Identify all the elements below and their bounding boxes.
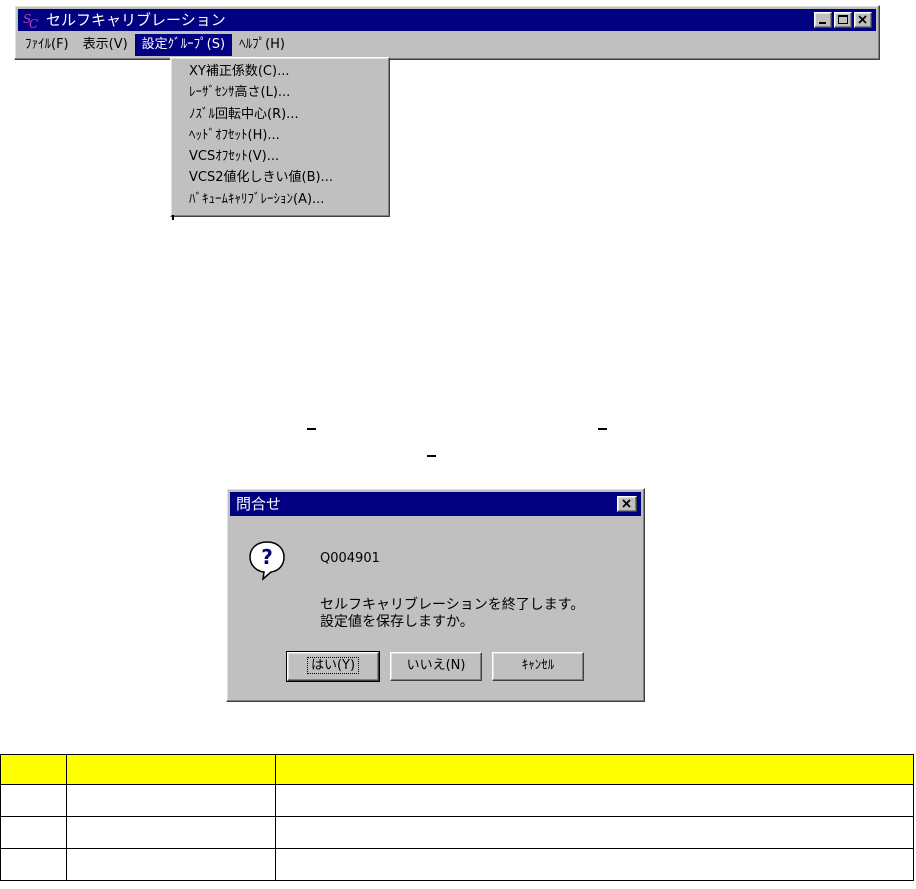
table-cell	[0, 848, 67, 881]
table-row	[0, 816, 914, 849]
menu-settings-group[interactable]: 設定ｸﾞﾙｰﾌﾟ(S)	[134, 34, 233, 56]
minimize-button[interactable]	[814, 12, 832, 28]
svg-text:?: ?	[261, 545, 273, 569]
menu-item-vacuum-calibration[interactable]: ﾊﾞｷｭｰﾑｷｬﾘﾌﾞﾚｰｼｮﾝ(A)...	[171, 189, 389, 210]
sc-logo-icon: S C	[23, 12, 38, 29]
menu-item-xy-correction[interactable]: XY補正係数(C)...	[171, 61, 389, 82]
close-button[interactable]	[854, 12, 872, 28]
dialog-title: 問合せ	[236, 495, 282, 513]
table-row	[0, 848, 914, 881]
menu-item-laser-sensor-height[interactable]: ﾚｰｻﾞｾﾝｻ高さ(L)...	[171, 82, 389, 103]
mouse-cursor-fragment	[172, 215, 174, 220]
cancel-button-label: ｷｬﾝｾﾙ	[521, 658, 555, 673]
menu-item-nozzle-rotation-center[interactable]: ﾉｽﾞﾙ回転中心(R)...	[171, 104, 389, 125]
underline-mark	[598, 428, 607, 430]
yes-button-label: はい(Y)	[306, 657, 360, 674]
table-header-cell	[275, 754, 914, 785]
table-cell	[66, 816, 276, 849]
underline-mark	[427, 455, 436, 457]
table-cell	[0, 784, 67, 817]
settings-dropdown-menu: XY補正係数(C)... ﾚｰｻﾞｾﾝｻ高さ(L)... ﾉｽﾞﾙ回転中心(R)…	[170, 57, 390, 217]
table-header-cell	[66, 754, 276, 785]
table-header-row	[0, 754, 914, 785]
table-cell	[0, 816, 67, 849]
menu-item-head-offset[interactable]: ﾍｯﾄﾞｵﾌｾｯﾄ(H)...	[171, 125, 389, 146]
window-title: セルフキャリブレーション	[46, 11, 226, 29]
table-cell	[275, 816, 914, 849]
title-bar[interactable]: S C セルフキャリブレーション	[18, 9, 876, 31]
table-cell	[275, 848, 914, 881]
dialog-close-button[interactable]	[617, 496, 637, 512]
maximize-icon	[838, 15, 848, 24]
menu-help[interactable]: ﾍﾙﾌﾟ(H)	[232, 34, 292, 56]
no-button-label: いいえ(N)	[406, 658, 466, 673]
main-window: S C セルフキャリブレーション ﾌｧｲﾙ(F) 表示(V) 設定ｸﾞﾙｰﾌﾟ(…	[14, 5, 880, 60]
dialog-title-bar[interactable]: 問合せ	[230, 492, 641, 516]
svg-text:C: C	[29, 17, 38, 29]
table-cell	[66, 784, 276, 817]
menu-bar: ﾌｧｲﾙ(F) 表示(V) 設定ｸﾞﾙｰﾌﾟ(S) ﾍﾙﾌﾟ(H)	[18, 33, 876, 57]
menu-item-vcs-threshold[interactable]: VCS2値化しきい値(B)...	[171, 167, 389, 188]
close-icon	[622, 499, 631, 508]
menu-file[interactable]: ﾌｧｲﾙ(F)	[18, 34, 76, 56]
maximize-button[interactable]	[834, 12, 852, 28]
message-code: Q004901	[320, 551, 380, 566]
underline-mark	[307, 428, 316, 430]
table-cell	[275, 784, 914, 817]
confirm-dialog: 問合せ ? Q004901 セルフキャリブレーションを終了します。 設定値を保存…	[226, 488, 645, 702]
table-header-cell	[0, 754, 67, 785]
yes-button[interactable]: はい(Y)	[286, 651, 380, 682]
menu-item-vcs-offset[interactable]: VCSｵﾌｾｯﾄ(V)...	[171, 146, 389, 167]
question-icon: ?	[249, 541, 285, 581]
cancel-button[interactable]: ｷｬﾝｾﾙ	[492, 652, 584, 681]
no-button[interactable]: いいえ(N)	[390, 652, 482, 681]
info-table	[0, 754, 914, 881]
close-icon	[858, 15, 867, 24]
minimize-icon	[819, 22, 826, 24]
menu-view[interactable]: 表示(V)	[76, 34, 135, 56]
table-cell	[66, 848, 276, 881]
message-line-2: 設定値を保存しますか。	[320, 614, 474, 630]
table-row	[0, 784, 914, 817]
